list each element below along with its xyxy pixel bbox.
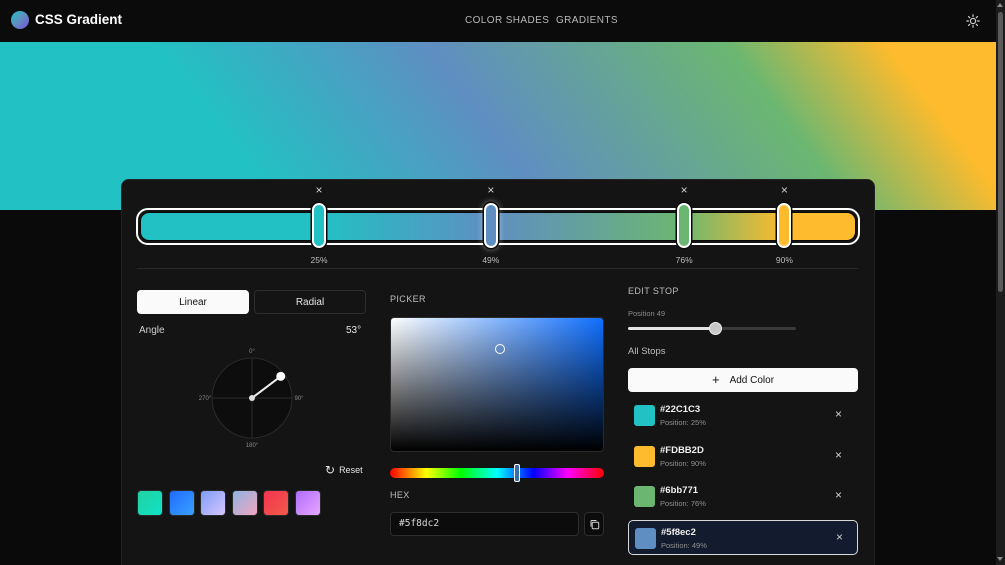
stop-handle[interactable] — [312, 203, 326, 248]
nav-gradients[interactable]: GRADIENTS — [556, 15, 618, 26]
radial-button[interactable]: Radial — [254, 290, 366, 314]
stop-hex-label: #5f8ec2 — [661, 526, 696, 538]
scroll-down-arrow-icon[interactable] — [997, 557, 1003, 561]
gradient-track-fill[interactable] — [140, 212, 856, 241]
add-color-label: Add Color — [729, 374, 775, 386]
reset-label: Reset — [339, 465, 363, 475]
dial-handle[interactable] — [276, 371, 286, 381]
stop-color-swatch[interactable] — [634, 445, 655, 467]
stop-handle[interactable] — [677, 203, 692, 248]
stop-list-item[interactable]: #5f8ec2 Position: 49% × — [628, 519, 858, 555]
plus-icon: + — [711, 372, 720, 387]
dial-label-top: 0° — [249, 349, 255, 355]
remove-stop-icon[interactable]: × — [778, 184, 790, 196]
angle-label: Angle — [139, 325, 165, 336]
stop-color-swatch[interactable] — [634, 486, 655, 507]
hue-slider[interactable] — [390, 468, 604, 478]
dial-center — [249, 395, 255, 401]
stop-position-label: 49% — [482, 255, 500, 265]
stop-position-label: 76% — [675, 255, 693, 265]
preset-swatch[interactable] — [231, 490, 258, 516]
reset-icon: ↻ — [325, 463, 336, 477]
stop-list-item[interactable]: #6bb771 Position: 76% × — [628, 479, 858, 514]
scroll-thumb[interactable] — [998, 12, 1003, 292]
remove-stop-icon[interactable]: × — [313, 184, 325, 196]
dial-label-bottom: 180° — [246, 443, 259, 449]
remove-stop-icon[interactable]: × — [836, 531, 843, 543]
hex-label: HEX — [390, 490, 410, 500]
linear-button[interactable]: Linear — [137, 290, 249, 314]
remove-stop-icon[interactable]: × — [835, 489, 842, 501]
brand-title[interactable]: CSS Gradient — [35, 12, 122, 27]
remove-stop-icon[interactable]: × — [485, 184, 497, 196]
gradient-track[interactable] — [136, 208, 860, 245]
hue-slider-thumb[interactable] — [514, 464, 520, 482]
angle-dial[interactable]: 0° 90° 180° 270° — [196, 342, 308, 454]
stop-hex-label: #FDBB2D — [660, 444, 704, 456]
logo-icon[interactable] — [11, 11, 29, 29]
stop-color-swatch[interactable] — [634, 405, 655, 426]
stop-position-label: 90% — [775, 255, 793, 265]
panel-divider — [137, 268, 858, 269]
hex-input[interactable]: #5f8dc2 — [390, 512, 579, 536]
preset-swatch[interactable] — [168, 490, 195, 516]
stop-list-item[interactable]: #22C1C3 Position: 25% × — [628, 398, 858, 433]
stop-position-text: Position: 76% — [660, 499, 706, 508]
stop-handle[interactable] — [777, 203, 792, 248]
reset-button[interactable]: ↻ Reset — [325, 463, 363, 477]
position-label: Position 49 — [628, 309, 666, 318]
picker-label: PICKER — [390, 294, 426, 304]
position-slider-fill — [628, 327, 716, 330]
dial-label-left: 270° — [199, 396, 212, 402]
page-scrollbar[interactable] — [996, 0, 1005, 565]
stop-hex-label: #22C1C3 — [660, 404, 701, 415]
stop-position-text: Position: 49% — [661, 540, 707, 550]
preset-swatch[interactable] — [263, 490, 289, 516]
picker-cursor[interactable] — [495, 344, 505, 354]
dial-label-right: 90° — [294, 396, 304, 402]
remove-stop-icon[interactable]: × — [835, 408, 842, 420]
remove-stop-icon[interactable]: × — [678, 184, 690, 196]
scroll-up-arrow-icon[interactable] — [997, 3, 1003, 7]
preset-swatch[interactable] — [294, 490, 321, 516]
stop-handle[interactable] — [483, 203, 498, 248]
stop-list-item[interactable]: #FDBB2D Position: 90% × — [628, 439, 858, 474]
top-nav-bar: CSS Gradient COLOR SHADES GRADIENTS — [0, 0, 996, 42]
sun-icon[interactable] — [966, 14, 980, 28]
stop-position-text: Position: 25% — [660, 418, 706, 427]
saturation-value-picker[interactable] — [390, 317, 604, 452]
copy-icon — [590, 519, 599, 529]
preset-swatch[interactable] — [200, 490, 226, 516]
all-stops-label: All Stops — [628, 346, 666, 357]
nav-color-shades[interactable]: COLOR SHADES — [465, 15, 549, 26]
add-color-button[interactable]: + Add Color — [628, 368, 858, 392]
stop-position-text: Position: 90% — [660, 458, 706, 468]
preset-swatch[interactable] — [137, 490, 163, 516]
stop-position-label: 25% — [310, 255, 328, 265]
edit-stop-label: EDIT STOP — [628, 286, 679, 296]
remove-stop-icon[interactable]: × — [835, 449, 842, 461]
stop-color-swatch[interactable] — [635, 527, 656, 549]
copy-hex-button[interactable] — [584, 512, 604, 536]
angle-value: 53° — [346, 325, 362, 336]
stop-hex-label: #6bb771 — [660, 485, 699, 496]
